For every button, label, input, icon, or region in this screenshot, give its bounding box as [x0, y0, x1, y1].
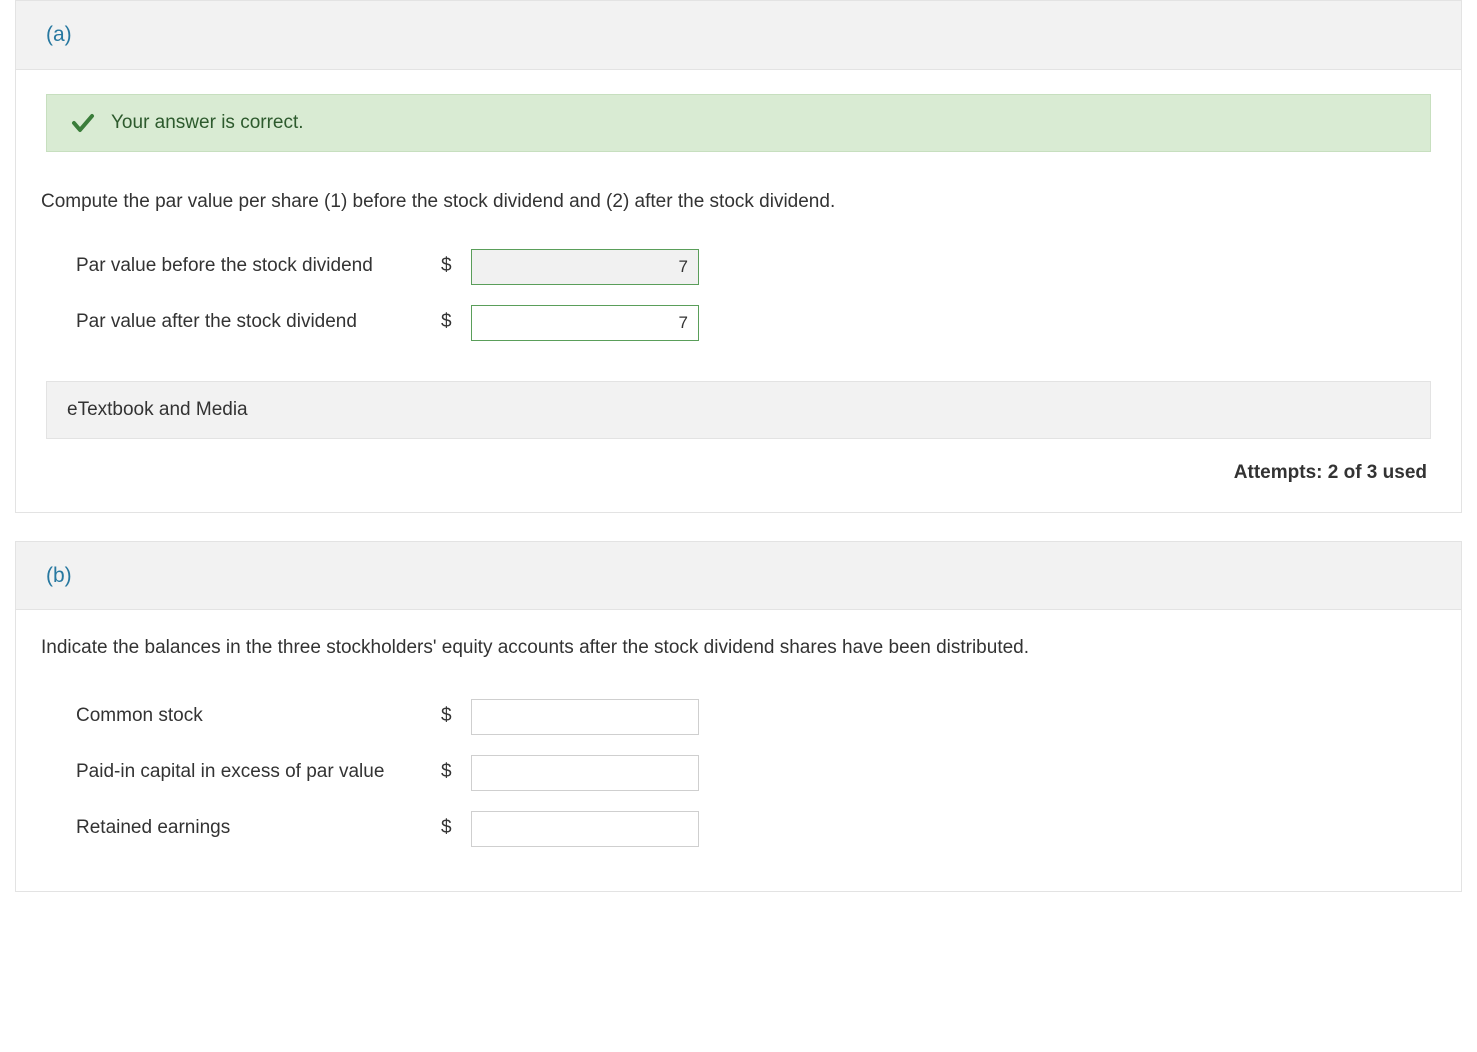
currency-symbol: $: [441, 702, 461, 731]
input-rows-a: Par value before the stock dividend $ Pa…: [46, 249, 1431, 341]
question-section-b: (b) Indicate the balances in the three s…: [15, 541, 1462, 892]
attempts-counter: Attempts: 2 of 3 used: [46, 459, 1431, 488]
question-prompt-b: Indicate the balances in the three stock…: [41, 634, 1431, 663]
label-par-before: Par value before the stock dividend: [76, 252, 441, 281]
input-common-stock[interactable]: [471, 699, 699, 735]
label-par-after: Par value after the stock dividend: [76, 308, 441, 337]
label-common-stock: Common stock: [76, 702, 441, 731]
input-row-par-after: Par value after the stock dividend $: [76, 305, 1431, 341]
question-label-a: (a): [46, 23, 72, 46]
question-header-a: (a): [16, 1, 1461, 70]
label-retained-earnings: Retained earnings: [76, 814, 441, 843]
currency-symbol: $: [441, 758, 461, 787]
input-rows-b: Common stock $ Paid-in capital in excess…: [46, 699, 1431, 847]
question-prompt-a: Compute the par value per share (1) befo…: [41, 188, 1431, 217]
etextbook-media-link[interactable]: eTextbook and Media: [46, 381, 1431, 440]
currency-symbol: $: [441, 252, 461, 281]
input-row-par-before: Par value before the stock dividend $: [76, 249, 1431, 285]
question-header-b: (b): [16, 542, 1461, 611]
question-section-a: (a) Your answer is correct. Compute the …: [15, 0, 1462, 513]
input-row-paid-in-capital: Paid-in capital in excess of par value $: [76, 755, 1431, 791]
correct-answer-banner: Your answer is correct.: [46, 94, 1431, 153]
input-retained-earnings[interactable]: [471, 811, 699, 847]
input-paid-in-capital[interactable]: [471, 755, 699, 791]
question-body-a: Your answer is correct. Compute the par …: [16, 70, 1461, 512]
input-row-retained-earnings: Retained earnings $: [76, 811, 1431, 847]
correct-banner-text: Your answer is correct.: [111, 109, 304, 138]
currency-symbol: $: [441, 308, 461, 337]
currency-symbol: $: [441, 814, 461, 843]
input-row-common-stock: Common stock $: [76, 699, 1431, 735]
check-icon: [71, 111, 95, 135]
label-paid-in-capital: Paid-in capital in excess of par value: [76, 758, 441, 787]
input-par-before[interactable]: [471, 249, 699, 285]
question-body-b: Indicate the balances in the three stock…: [16, 610, 1461, 891]
question-label-b: (b): [46, 564, 72, 587]
input-par-after[interactable]: [471, 305, 699, 341]
